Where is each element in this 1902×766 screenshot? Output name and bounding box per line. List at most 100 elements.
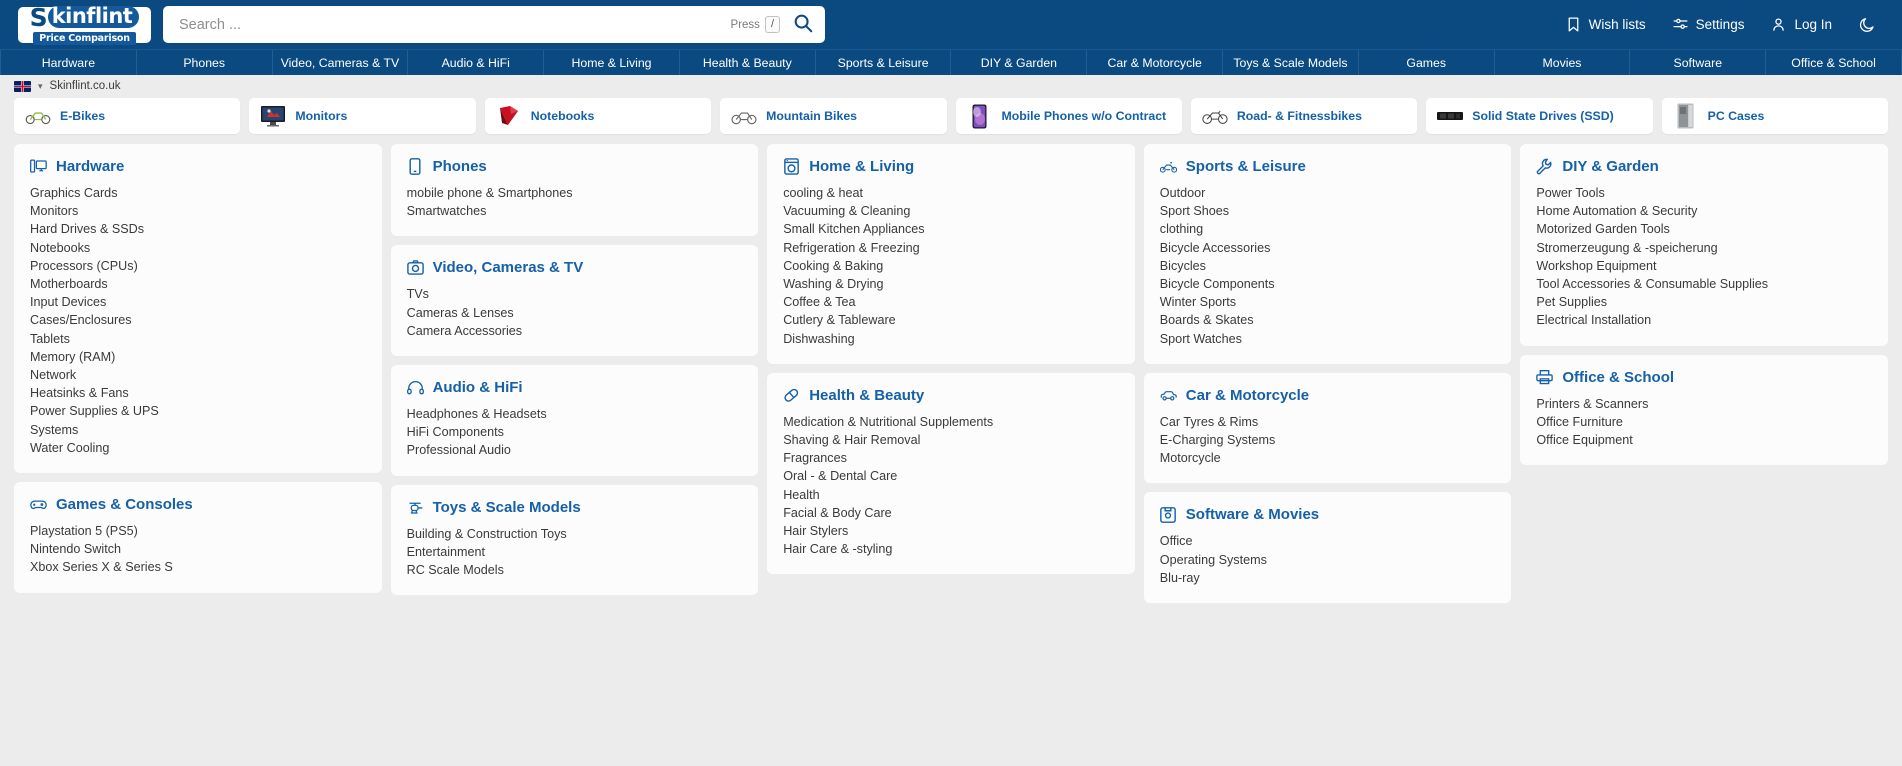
list-item[interactable]: Tool Accessories & Consumable Supplies [1536,275,1872,293]
list-item[interactable]: Outdoor [1160,184,1496,202]
list-item[interactable]: Sport Watches [1160,330,1496,348]
list-item[interactable]: clothing [1160,220,1496,238]
list-item[interactable]: Office Equipment [1536,431,1872,449]
list-item[interactable]: Home Automation & Security [1536,202,1872,220]
card-header[interactable]: Car & Motorcycle [1160,387,1496,404]
nav-item-health-beauty[interactable]: Health & Beauty [680,50,816,75]
list-item[interactable]: Fragrances [783,449,1119,467]
list-item[interactable]: Building & Construction Toys [407,525,743,543]
nav-item-home-living[interactable]: Home & Living [544,50,680,75]
quick-link-mountain-bikes[interactable]: Mountain Bikes [720,98,947,134]
list-item[interactable]: Refrigeration & Freezing [783,239,1119,257]
list-item[interactable]: E-Charging Systems [1160,431,1496,449]
list-item[interactable]: Vacuuming & Cleaning [783,202,1119,220]
list-item[interactable]: Facial & Body Care [783,504,1119,522]
list-item[interactable]: Pet Supplies [1536,293,1872,311]
list-item[interactable]: Car Tyres & Rims [1160,413,1496,431]
wish-lists-button[interactable]: Wish lists [1565,16,1646,33]
list-item[interactable]: Playstation 5 (PS5) [30,522,366,540]
list-item[interactable]: Motorized Garden Tools [1536,220,1872,238]
nav-item-office-school[interactable]: Office & School [1766,50,1902,75]
card-header[interactable]: Audio & HiFi [406,379,743,396]
card-header[interactable]: Health & Beauty [783,387,1119,404]
card-header[interactable]: DIY & Garden [1536,158,1872,175]
list-item[interactable]: Water Cooling [30,439,366,457]
card-header[interactable]: Hardware [30,158,366,175]
list-item[interactable]: Hair Stylers [783,522,1119,540]
settings-button[interactable]: Settings [1672,16,1744,33]
uk-flag-icon[interactable] [14,80,31,92]
nav-item-diy-garden[interactable]: DIY & Garden [951,50,1088,75]
quick-link-notebooks[interactable]: Notebooks [484,98,712,134]
list-item[interactable]: Oral - & Dental Care [783,467,1119,485]
card-header[interactable]: Toys & Scale Models [407,499,743,516]
list-item[interactable]: Cutlery & Tableware [783,311,1119,329]
list-item[interactable]: mobile phone & Smartphones [407,184,743,202]
list-item[interactable]: RC Scale Models [407,561,743,579]
site-logo[interactable]: S kinflint Price Comparison [18,5,151,45]
quick-link-road-fitnessbikes[interactable]: Road- & Fitnessbikes [1190,98,1418,134]
nav-item-video-cameras-tv[interactable]: Video, Cameras & TV [273,50,409,75]
list-item[interactable]: Monitors [30,202,366,220]
list-item[interactable]: Operating Systems [1160,551,1496,569]
list-item[interactable]: Coffee & Tea [783,293,1119,311]
list-item[interactable]: Xbox Series X & Series S [30,558,366,576]
chevron-down-icon[interactable]: ▾ [38,81,43,92]
list-item[interactable]: Printers & Scanners [1536,395,1872,413]
list-item[interactable]: Dishwashing [783,330,1119,348]
nav-item-movies[interactable]: Movies [1495,50,1631,75]
list-item[interactable]: Systems [30,421,366,439]
list-item[interactable]: Input Devices [30,293,366,311]
nav-item-audio-hifi[interactable]: Audio & HiFi [408,50,545,75]
list-item[interactable]: Health [783,486,1119,504]
nav-item-software[interactable]: Software [1630,50,1767,75]
card-header[interactable]: Office & School [1536,369,1872,386]
list-item[interactable]: Cameras & Lenses [407,304,743,322]
list-item[interactable]: Headphones & Headsets [407,405,743,423]
quick-link-e-bikes[interactable]: E-Bikes [14,98,241,134]
search-input[interactable] [177,15,731,34]
list-item[interactable]: Office [1160,532,1496,550]
nav-item-phones[interactable]: Phones [137,50,273,75]
card-header[interactable]: Phones [407,158,743,175]
quick-link-monitors[interactable]: Monitors [249,98,476,134]
list-item[interactable]: Nintendo Switch [30,540,366,558]
list-item[interactable]: Entertainment [407,543,743,561]
list-item[interactable]: Shaving & Hair Removal [783,431,1119,449]
list-item[interactable]: Winter Sports [1160,293,1496,311]
list-item[interactable]: Hard Drives & SSDs [30,220,366,238]
list-item[interactable]: Electrical Installation [1536,311,1872,329]
login-button[interactable]: Log In [1770,16,1832,33]
list-item[interactable]: Camera Accessories [407,322,743,340]
nav-item-car-motorcycle[interactable]: Car & Motorcycle [1087,50,1224,75]
nav-item-hardware[interactable]: Hardware [0,50,137,75]
list-item[interactable]: Heatsinks & Fans [30,384,366,402]
list-item[interactable]: Boards & Skates [1160,311,1496,329]
card-header[interactable]: Home & Living [783,158,1119,175]
list-item[interactable]: Processors (CPUs) [30,257,366,275]
list-item[interactable]: Motherboards [30,275,366,293]
list-item[interactable]: HiFi Components [407,423,743,441]
breadcrumb-site[interactable]: Skinflint.co.uk [50,80,121,92]
list-item[interactable]: Cooking & Baking [783,257,1119,275]
list-item[interactable]: Office Furniture [1536,413,1872,431]
list-item[interactable]: Cases/Enclosures [30,311,366,329]
list-item[interactable]: Tablets [30,330,366,348]
list-item[interactable]: Professional Audio [407,441,743,459]
quick-link-mobile-phones-wo-contract[interactable]: Mobile Phones w/o Contract [955,98,1182,134]
list-item[interactable]: Bicycle Components [1160,275,1496,293]
card-header[interactable]: Video, Cameras & TV [406,259,743,276]
list-item[interactable]: Power Tools [1536,184,1872,202]
card-header[interactable]: Software & Movies [1160,506,1496,523]
list-item[interactable]: Motorcycle [1160,449,1496,467]
list-item[interactable]: Notebooks [30,239,366,257]
search-button[interactable] [790,12,816,37]
list-item[interactable]: Bicycles [1160,257,1496,275]
list-item[interactable]: Small Kitchen Appliances [783,220,1119,238]
nav-item-sports-leisure[interactable]: Sports & Leisure [816,50,952,75]
card-header[interactable]: Sports & Leisure [1159,158,1496,175]
list-item[interactable]: Hair Care & -styling [783,540,1119,558]
list-item[interactable]: TVs [407,285,743,303]
card-header[interactable]: Games & Consoles [30,496,366,513]
list-item[interactable]: Medication & Nutritional Supplements [783,413,1119,431]
